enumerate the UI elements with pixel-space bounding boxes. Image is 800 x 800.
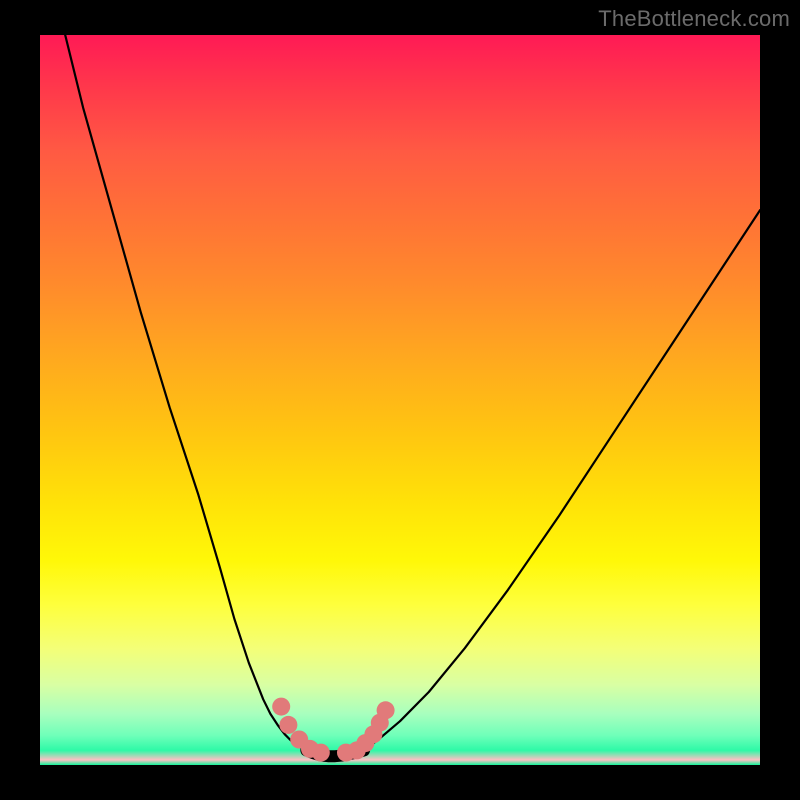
chart-overlay bbox=[40, 35, 760, 765]
watermark-text: TheBottleneck.com bbox=[598, 6, 790, 32]
plot-area bbox=[40, 35, 760, 765]
curve-right-curve bbox=[364, 210, 760, 750]
curve-lines bbox=[62, 35, 760, 756]
marker-dot bbox=[377, 701, 395, 719]
marker-dot bbox=[312, 744, 330, 762]
marker-dot bbox=[272, 698, 290, 716]
marker-dot bbox=[279, 716, 297, 734]
curve-left-curve bbox=[62, 35, 307, 750]
chart-frame: TheBottleneck.com bbox=[0, 0, 800, 800]
